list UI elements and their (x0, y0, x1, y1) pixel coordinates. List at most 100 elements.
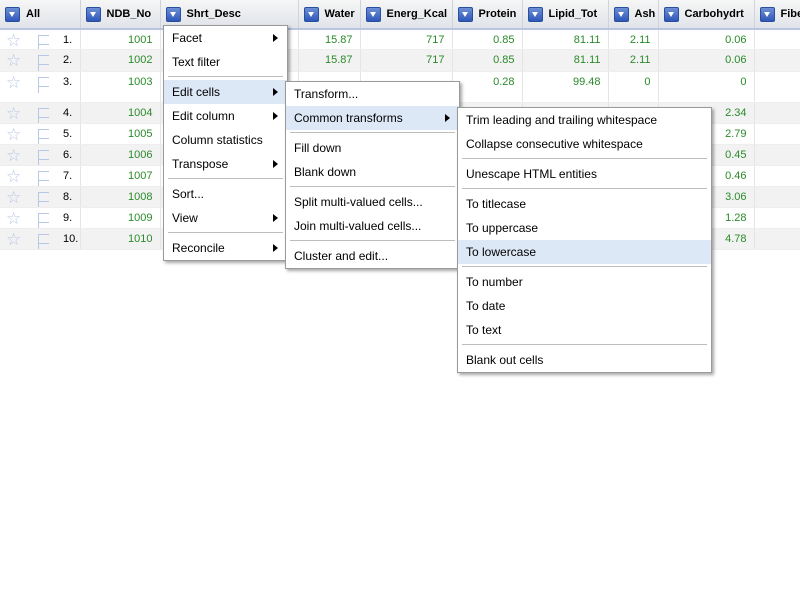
menu-item-unescape-html-entities[interactable]: Unescape HTML entities (458, 162, 711, 186)
flag-icon[interactable] (37, 213, 49, 228)
cell-ndb-no[interactable]: 1002 (80, 49, 161, 72)
cell-water[interactable]: 15.87 (298, 29, 361, 50)
cell-ndb-no[interactable]: 1009 (80, 207, 161, 229)
cell-ash[interactable]: 2.11 (608, 29, 659, 50)
star-icon[interactable]: ☆ (0, 168, 28, 185)
dropdown-arrow-icon[interactable] (303, 6, 319, 22)
star-icon[interactable]: ☆ (0, 32, 28, 49)
cell-lipid-tot[interactable]: 99.48 (522, 71, 609, 103)
column-header-lipid-tot[interactable]: Lipid_Tot (522, 0, 609, 30)
menu-item-to-titlecase[interactable]: To titlecase (458, 192, 711, 216)
cell-protein[interactable]: 0.28 (452, 71, 523, 103)
star-icon[interactable]: ☆ (0, 52, 28, 69)
menu-item-join-multi-valued-cells[interactable]: Join multi-valued cells... (286, 214, 459, 238)
cell-fiber[interactable] (754, 207, 800, 229)
menu-item-edit-column[interactable]: Edit column (164, 104, 287, 128)
cell-fiber[interactable] (754, 123, 800, 145)
cell-ash[interactable]: 0 (608, 71, 659, 103)
dropdown-arrow-icon[interactable] (527, 6, 543, 22)
flag-icon[interactable] (37, 55, 49, 71)
cell-fiber[interactable] (754, 144, 800, 166)
column-header-carbohydrt[interactable]: Carbohydrt (658, 0, 755, 30)
dropdown-arrow-icon[interactable] (365, 6, 381, 22)
dropdown-arrow-icon[interactable] (457, 6, 473, 22)
dropdown-arrow-icon[interactable] (85, 6, 101, 22)
cell-ndb-no[interactable]: 1008 (80, 186, 161, 208)
cell-ndb-no[interactable]: 1005 (80, 123, 161, 145)
cell-energ-kcal[interactable]: 717 (360, 29, 453, 50)
menu-item-to-text[interactable]: To text (458, 318, 711, 342)
menu-item-transpose[interactable]: Transpose (164, 152, 287, 176)
star-icon[interactable]: ☆ (0, 126, 28, 143)
column-header-ndb-no[interactable]: NDB_No (80, 0, 161, 30)
column-header-protein[interactable]: Protein (452, 0, 523, 30)
cell-ndb-no[interactable]: 1006 (80, 144, 161, 166)
menu-item-facet[interactable]: Facet (164, 26, 287, 50)
menu-item-text-filter[interactable]: Text filter (164, 50, 287, 74)
menu-item-transform[interactable]: Transform... (286, 82, 459, 106)
cell-carbohydrt[interactable]: 0 (658, 71, 755, 103)
menu-item-reconcile[interactable]: Reconcile (164, 236, 287, 260)
flag-icon[interactable] (37, 192, 49, 207)
column-header-fiber[interactable]: Fiber (754, 0, 800, 30)
flag-icon[interactable] (37, 108, 49, 123)
cell-fiber[interactable] (754, 29, 800, 50)
menu-item-blank-down[interactable]: Blank down (286, 160, 459, 184)
column-header-ash[interactable]: Ash (608, 0, 659, 30)
dropdown-arrow-icon[interactable] (613, 6, 629, 22)
star-icon[interactable]: ☆ (0, 210, 28, 227)
cell-fiber[interactable] (754, 102, 800, 124)
menu-item-fill-down[interactable]: Fill down (286, 136, 459, 160)
star-icon[interactable]: ☆ (0, 147, 28, 164)
menu-item-blank-out-cells[interactable]: Blank out cells (458, 348, 711, 372)
star-icon[interactable]: ☆ (0, 74, 28, 91)
dropdown-arrow-icon[interactable] (165, 6, 181, 22)
menu-item-sort[interactable]: Sort... (164, 182, 287, 206)
flag-icon[interactable] (37, 234, 49, 249)
cell-protein[interactable]: 0.85 (452, 49, 523, 72)
star-icon[interactable]: ☆ (0, 105, 28, 122)
cell-fiber[interactable] (754, 186, 800, 208)
menu-item-to-uppercase[interactable]: To uppercase (458, 216, 711, 240)
column-header-energ-kcal[interactable]: Energ_Kcal (360, 0, 453, 30)
cell-ash[interactable]: 2.11 (608, 49, 659, 72)
menu-item-split-multi-valued-cells[interactable]: Split multi-valued cells... (286, 190, 459, 214)
flag-icon[interactable] (37, 171, 49, 186)
dropdown-arrow-icon[interactable] (759, 6, 775, 22)
cell-ndb-no[interactable]: 1010 (80, 228, 161, 250)
dropdown-arrow-icon[interactable] (5, 6, 20, 22)
flag-icon[interactable] (37, 150, 49, 165)
menu-item-collapse-consecutive-whitespace[interactable]: Collapse consecutive whitespace (458, 132, 711, 156)
flag-icon[interactable] (37, 35, 49, 49)
cell-fiber[interactable] (754, 49, 800, 72)
menu-item-edit-cells[interactable]: Edit cells (164, 80, 287, 104)
cell-ndb-no[interactable]: 1001 (80, 29, 161, 50)
star-icon[interactable]: ☆ (0, 189, 28, 206)
cell-fiber[interactable] (754, 165, 800, 187)
cell-ndb-no[interactable]: 1003 (80, 71, 161, 103)
column-header-water[interactable]: Water (298, 0, 361, 30)
flag-icon[interactable] (37, 129, 49, 144)
star-icon[interactable]: ☆ (0, 231, 28, 248)
cell-water[interactable]: 15.87 (298, 49, 361, 72)
cell-fiber[interactable] (754, 71, 800, 103)
cell-lipid-tot[interactable]: 81.11 (522, 49, 609, 72)
menu-item-trim-leading-and-trailing-whitespace[interactable]: Trim leading and trailing whitespace (458, 108, 711, 132)
menu-item-cluster-and-edit[interactable]: Cluster and edit... (286, 244, 459, 268)
dropdown-arrow-icon[interactable] (663, 6, 679, 22)
cell-protein[interactable]: 0.85 (452, 29, 523, 50)
menu-item-to-lowercase[interactable]: To lowercase (458, 240, 711, 264)
menu-item-column-statistics[interactable]: Column statistics (164, 128, 287, 152)
column-header-all[interactable]: All (0, 0, 81, 30)
cell-carbohydrt[interactable]: 0.06 (658, 29, 755, 50)
menu-item-to-number[interactable]: To number (458, 270, 711, 294)
cell-lipid-tot[interactable]: 81.11 (522, 29, 609, 50)
cell-carbohydrt[interactable]: 0.06 (658, 49, 755, 72)
cell-fiber[interactable] (754, 228, 800, 250)
cell-ndb-no[interactable]: 1007 (80, 165, 161, 187)
cell-energ-kcal[interactable]: 717 (360, 49, 453, 72)
menu-item-common-transforms[interactable]: Common transforms (286, 106, 459, 130)
flag-icon[interactable] (37, 77, 49, 93)
cell-ndb-no[interactable]: 1004 (80, 102, 161, 124)
menu-item-to-date[interactable]: To date (458, 294, 711, 318)
